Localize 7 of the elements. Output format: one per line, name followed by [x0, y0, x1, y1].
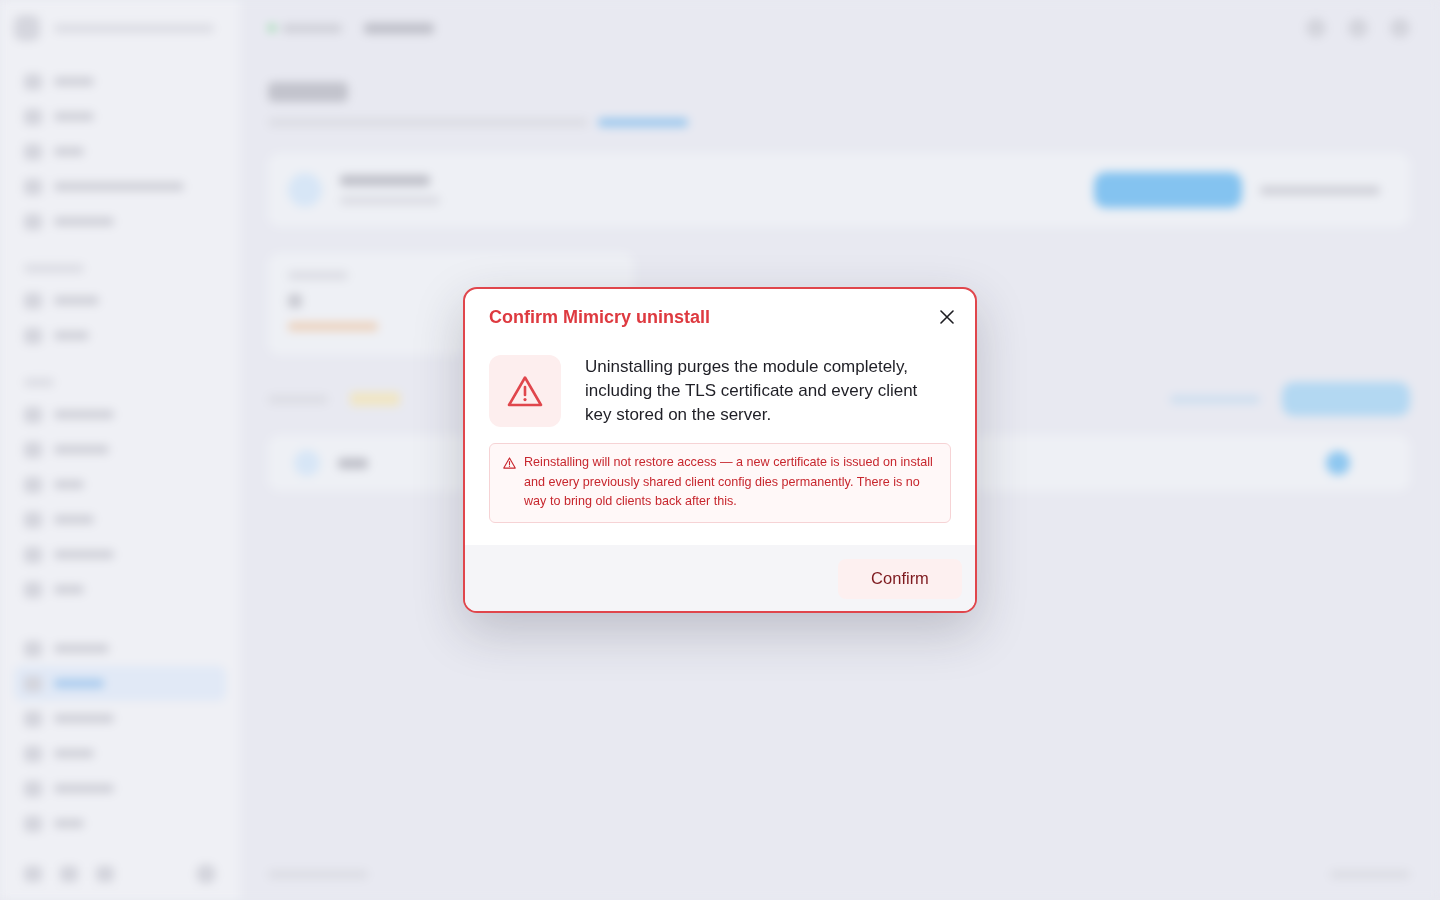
dialog-message: Uninstalling purges the module completely, including the TLS certificate and every client key stored on the server. [585, 356, 919, 427]
dialog-title: Confirm Mimicry uninstall [489, 306, 711, 330]
warning-icon [503, 457, 516, 470]
warning-text: Reinstalling will not restore access — a new certificate is issued on install and every previously shared client config dies permanently. There is no way to bring old clients back after this. [524, 454, 934, 511]
confirm-button[interactable]: Confirm [838, 558, 962, 599]
warning-icon [489, 355, 561, 428]
close-icon [940, 310, 954, 325]
